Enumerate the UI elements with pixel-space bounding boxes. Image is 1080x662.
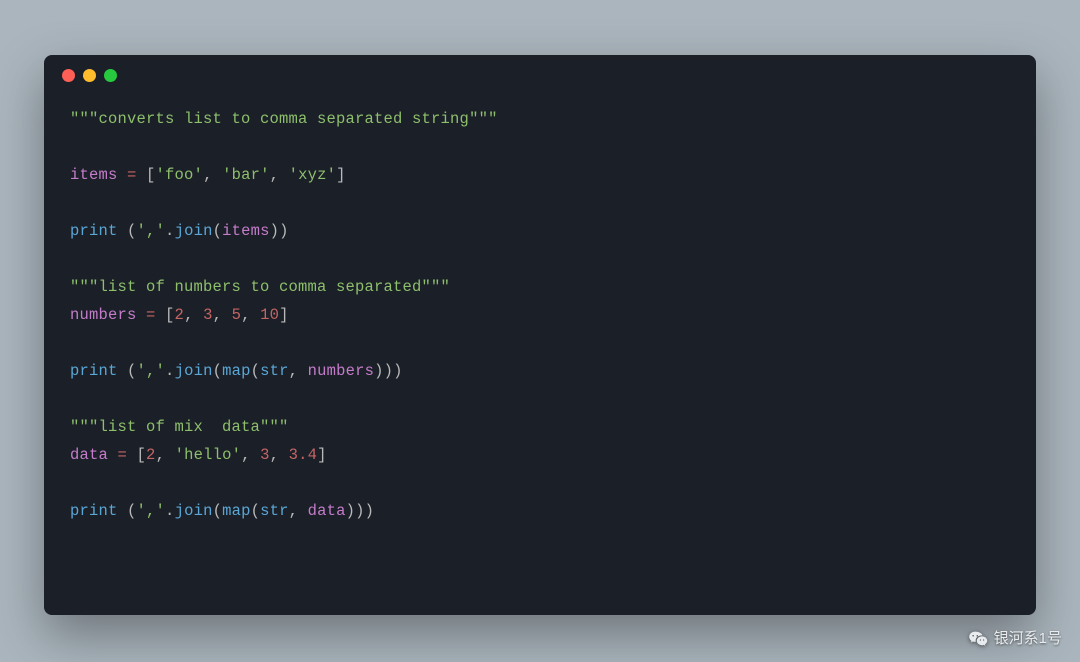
comma: , bbox=[270, 446, 289, 464]
paren: ( bbox=[118, 502, 137, 520]
arg-items: items bbox=[222, 222, 270, 240]
list-item: 3 bbox=[260, 446, 270, 464]
dot: . bbox=[165, 222, 175, 240]
paren: ( bbox=[251, 362, 261, 380]
window-titlebar bbox=[44, 55, 1036, 95]
bracket-close: ] bbox=[279, 306, 289, 324]
watermark: 银河系1号 bbox=[968, 627, 1062, 648]
arg-data: data bbox=[308, 502, 346, 520]
fn-join: join bbox=[175, 222, 213, 240]
list-item: 'xyz' bbox=[289, 166, 337, 184]
fn-print: print bbox=[70, 502, 118, 520]
list-item: 5 bbox=[232, 306, 242, 324]
fn-map: map bbox=[222, 502, 251, 520]
arg-numbers: numbers bbox=[308, 362, 375, 380]
assign-eq: = bbox=[137, 306, 166, 324]
fn-join: join bbox=[175, 362, 213, 380]
list-item: 'foo' bbox=[156, 166, 204, 184]
fn-map: map bbox=[222, 362, 251, 380]
paren: ))) bbox=[374, 362, 403, 380]
comma: , bbox=[156, 446, 175, 464]
list-item: 10 bbox=[260, 306, 279, 324]
list-item: 2 bbox=[175, 306, 185, 324]
wechat-icon bbox=[968, 630, 988, 646]
comma: , bbox=[184, 306, 203, 324]
list-item: 'hello' bbox=[175, 446, 242, 464]
code-window: """converts list to comma separated stri… bbox=[44, 55, 1036, 615]
paren: ( bbox=[213, 222, 223, 240]
fn-str: str bbox=[260, 502, 289, 520]
comma: , bbox=[213, 306, 232, 324]
fn-print: print bbox=[70, 222, 118, 240]
paren: )) bbox=[270, 222, 289, 240]
comma: , bbox=[270, 166, 289, 184]
comma: , bbox=[289, 502, 308, 520]
comma: , bbox=[203, 166, 222, 184]
paren: ( bbox=[213, 362, 223, 380]
comma-literal: ',' bbox=[137, 362, 166, 380]
list-item: 2 bbox=[146, 446, 156, 464]
comma-literal: ',' bbox=[137, 502, 166, 520]
bracket-close: ] bbox=[336, 166, 346, 184]
paren: ( bbox=[251, 502, 261, 520]
list-item: 3 bbox=[203, 306, 213, 324]
code-area: """converts list to comma separated stri… bbox=[44, 95, 1036, 545]
paren: ( bbox=[213, 502, 223, 520]
maximize-icon[interactable] bbox=[104, 69, 117, 82]
minimize-icon[interactable] bbox=[83, 69, 96, 82]
paren: ( bbox=[118, 222, 137, 240]
list-item: 'bar' bbox=[222, 166, 270, 184]
list-item: 3.4 bbox=[289, 446, 318, 464]
comma: , bbox=[241, 306, 260, 324]
var-data: data bbox=[70, 446, 108, 464]
fn-join: join bbox=[175, 502, 213, 520]
dot: . bbox=[165, 502, 175, 520]
bracket-open: [ bbox=[137, 446, 147, 464]
fn-str: str bbox=[260, 362, 289, 380]
assign-eq: = bbox=[108, 446, 137, 464]
docstring-1: """converts list to comma separated stri… bbox=[70, 110, 498, 128]
var-items: items bbox=[70, 166, 118, 184]
comma-literal: ',' bbox=[137, 222, 166, 240]
comma: , bbox=[289, 362, 308, 380]
bracket-open: [ bbox=[146, 166, 156, 184]
comma: , bbox=[241, 446, 260, 464]
close-icon[interactable] bbox=[62, 69, 75, 82]
paren: ( bbox=[118, 362, 137, 380]
dot: . bbox=[165, 362, 175, 380]
paren: ))) bbox=[346, 502, 375, 520]
docstring-3: """list of mix data""" bbox=[70, 418, 289, 436]
bracket-close: ] bbox=[317, 446, 327, 464]
docstring-2: """list of numbers to comma separated""" bbox=[70, 278, 450, 296]
bracket-open: [ bbox=[165, 306, 175, 324]
watermark-text: 银河系1号 bbox=[994, 627, 1062, 648]
assign-eq: = bbox=[118, 166, 147, 184]
fn-print: print bbox=[70, 362, 118, 380]
var-numbers: numbers bbox=[70, 306, 137, 324]
